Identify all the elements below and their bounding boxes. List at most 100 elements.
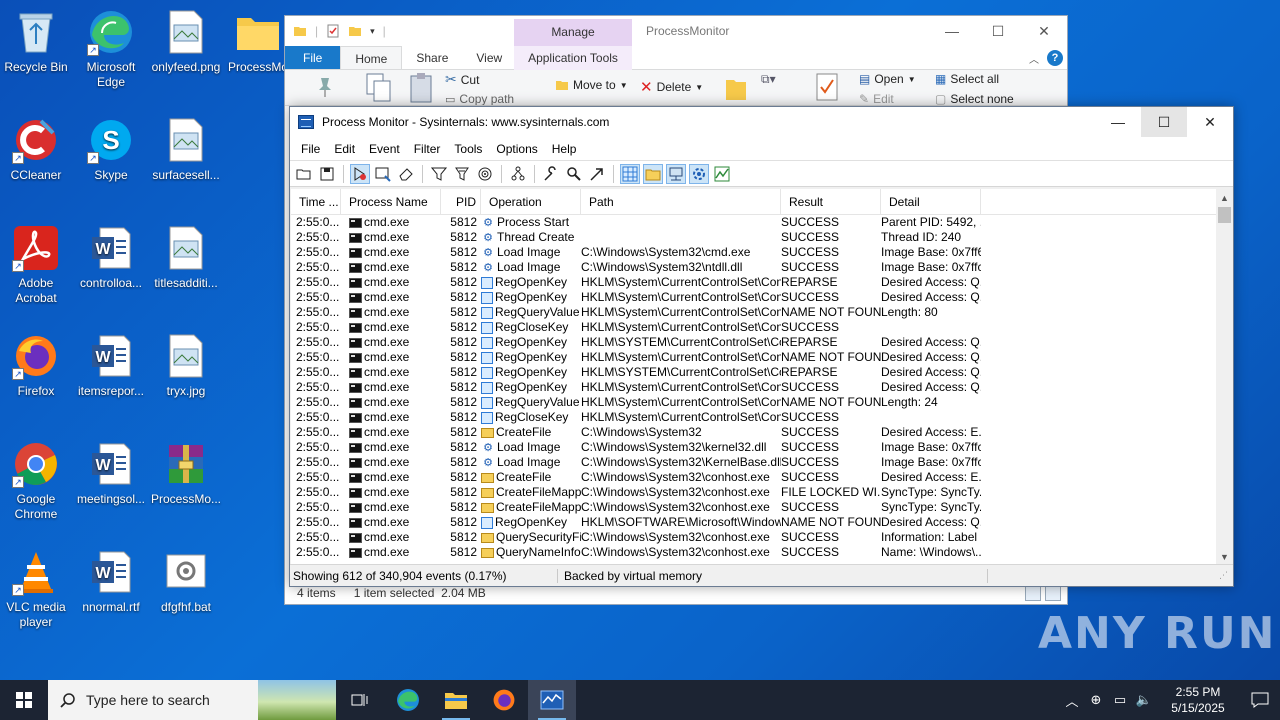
- properties-icon[interactable]: [326, 24, 340, 38]
- resize-grip-icon[interactable]: ⋰: [1219, 570, 1233, 581]
- event-row[interactable]: 2:55:0... cmd.exe 5812 RegOpenKey HKLM\Syste…: [291, 290, 1233, 305]
- desktop-icon-vlc[interactable]: ↗ VLC media player: [0, 548, 72, 630]
- tab-view[interactable]: View: [462, 46, 516, 69]
- menu-options[interactable]: Options: [489, 142, 544, 156]
- column-header-detail[interactable]: Detail: [881, 189, 981, 215]
- select-none-button[interactable]: ▢ Select none: [935, 92, 1014, 105]
- event-row[interactable]: 2:55:0... cmd.exe 5812 RegCloseKey HKLM\Syst…: [291, 320, 1233, 335]
- scroll-up-icon[interactable]: ▲: [1216, 189, 1233, 206]
- properties-button[interactable]: [815, 72, 839, 102]
- jump-to-icon[interactable]: [587, 164, 607, 184]
- desktop-icon-word-doc[interactable]: W nnormal.rtf: [75, 548, 147, 615]
- event-row[interactable]: 2:55:0... cmd.exe 5812 ⚙ Load Image C:\Window…: [291, 260, 1233, 275]
- maximize-icon[interactable]: ☐: [975, 16, 1021, 46]
- tab-share[interactable]: Share: [402, 46, 462, 69]
- desktop-icon-word-doc[interactable]: W meetingsol...: [75, 440, 147, 507]
- menu-event[interactable]: Event: [362, 142, 407, 156]
- procmon-title-bar[interactable]: Process Monitor - Sysinternals: www.sysi…: [290, 107, 1233, 137]
- desktop-icon-archive[interactable]: ProcessMo...: [150, 440, 222, 507]
- cut-button[interactable]: ✂ Cut: [445, 71, 479, 88]
- target-icon[interactable]: [475, 164, 495, 184]
- start-button[interactable]: [0, 680, 48, 720]
- menu-filter[interactable]: Filter: [407, 142, 448, 156]
- event-row[interactable]: 2:55:0... cmd.exe 5812 RegOpenKey HKLM\Syste…: [291, 380, 1233, 395]
- desktop-icon-word-doc[interactable]: W itemsrepor...: [75, 332, 147, 399]
- edit-button[interactable]: ✎ Edit: [859, 92, 894, 105]
- event-row[interactable]: 2:55:0... cmd.exe 5812 ⚙ Thread Create SUCCES…: [291, 230, 1233, 245]
- tab-home[interactable]: Home: [340, 46, 403, 69]
- scroll-down-icon[interactable]: ▼: [1216, 548, 1233, 565]
- desktop-icon-batch-file[interactable]: dfgfhf.bat: [150, 548, 222, 615]
- taskbar-firefox[interactable]: [480, 680, 528, 720]
- desktop-icon-word-doc[interactable]: W controlloa...: [75, 224, 147, 291]
- desktop-icon-firefox[interactable]: ↗ Firefox: [0, 332, 72, 399]
- help-icon[interactable]: ?: [1047, 50, 1063, 66]
- column-header-path[interactable]: Path: [581, 189, 781, 215]
- open-button[interactable]: ▤ Open ▼: [859, 72, 916, 86]
- select-all-button[interactable]: ▦ Select all: [935, 72, 999, 86]
- paste-button[interactable]: [409, 72, 435, 104]
- desktop-icon-microsoft-edge[interactable]: ↗ Microsoft Edge: [75, 8, 147, 90]
- column-header-pid[interactable]: PID: [441, 189, 481, 215]
- event-row[interactable]: 2:55:0... cmd.exe 5812 CreateFile C:\Windows…: [291, 425, 1233, 440]
- event-row[interactable]: 2:55:0... cmd.exe 5812 RegOpenKey HKLM\SYSTE…: [291, 365, 1233, 380]
- show-filesystem-icon[interactable]: [643, 163, 663, 184]
- event-row[interactable]: 2:55:0... cmd.exe 5812 QueryNameInfo...C:\W…: [291, 545, 1233, 560]
- clock[interactable]: 2:55 PM 5/15/2025: [1156, 684, 1240, 716]
- taskbar-file-explorer[interactable]: [432, 680, 480, 720]
- new-folder-icon[interactable]: [348, 24, 362, 38]
- process-monitor-window[interactable]: Process Monitor - Sysinternals: www.sysi…: [289, 106, 1234, 587]
- desktop-icon-image-file[interactable]: tryx.jpg: [150, 332, 222, 399]
- copy-path-button[interactable]: ▭ Copy path: [445, 92, 514, 105]
- open-icon[interactable]: [294, 164, 314, 184]
- explorer-title-bar[interactable]: | ▾ | Manage ProcessMonitor — ☐ ✕: [285, 16, 1067, 46]
- large-icons-view-icon[interactable]: [1045, 585, 1061, 601]
- collapse-ribbon-icon[interactable]: ︿: [1029, 51, 1039, 66]
- taskbar-process-monitor[interactable]: [528, 680, 576, 720]
- event-row[interactable]: 2:55:0... cmd.exe 5812 RegOpenKey HKLM\SOFTW…: [291, 515, 1233, 530]
- event-row[interactable]: 2:55:0... cmd.exe 5812 CreateFileMapp...C:\…: [291, 500, 1233, 515]
- desktop-icon-image-file[interactable]: surfacesell...: [150, 116, 222, 183]
- column-header-operation[interactable]: Operation: [481, 189, 581, 215]
- event-row[interactable]: 2:55:0... cmd.exe 5812 RegOpenKey HKLM\Syste…: [291, 350, 1233, 365]
- event-row[interactable]: 2:55:0... cmd.exe 5812 RegQueryValue HKLM\Sy…: [291, 305, 1233, 320]
- event-row[interactable]: 2:55:0... cmd.exe 5812 QuerySecurityFileC:\…: [291, 530, 1233, 545]
- event-row[interactable]: 2:55:0... cmd.exe 5812 CreateFileMapp...C:\…: [291, 485, 1233, 500]
- show-hidden-icons-chevron-icon[interactable]: ︿: [1060, 691, 1084, 710]
- event-grid[interactable]: Time ... Process Name PID Operation Path…: [291, 189, 1233, 565]
- event-row[interactable]: 2:55:0... cmd.exe 5812 ⚙ Load Image C:\Window…: [291, 440, 1233, 455]
- minimize-icon[interactable]: —: [1095, 107, 1141, 137]
- taskbar-edge[interactable]: [384, 680, 432, 720]
- show-registry-icon[interactable]: [620, 163, 640, 184]
- event-row[interactable]: 2:55:0... cmd.exe 5812 RegOpenKey HKLM\SYSTE…: [291, 335, 1233, 350]
- menu-edit[interactable]: Edit: [327, 142, 362, 156]
- column-header-process-name[interactable]: Process Name: [341, 189, 441, 215]
- event-row[interactable]: 2:55:0... cmd.exe 5812 RegCloseKey HKLM\Syst…: [291, 410, 1233, 425]
- event-row[interactable]: 2:55:0... cmd.exe 5812 ⚙ Process Start SUCCES…: [291, 215, 1233, 230]
- filter-icon[interactable]: [429, 164, 449, 184]
- event-row[interactable]: 2:55:0... cmd.exe 5812 CreateFile C:\Windows…: [291, 470, 1233, 485]
- autoscroll-icon[interactable]: [373, 164, 393, 184]
- desktop-icon-google-chrome[interactable]: ↗ Google Chrome: [0, 440, 72, 522]
- network-icon[interactable]: ▭: [1108, 692, 1132, 708]
- new-item-button[interactable]: ⧉▾: [761, 72, 776, 87]
- event-row[interactable]: 2:55:0... cmd.exe 5812 ⚙ Load Image C:\Window…: [291, 245, 1233, 260]
- tab-file[interactable]: File: [285, 46, 341, 69]
- move-to-button[interactable]: Move to ▼: [555, 78, 628, 92]
- minimize-icon[interactable]: —: [929, 16, 975, 46]
- event-row[interactable]: 2:55:0... cmd.exe 5812 RegOpenKey HKLM\Syste…: [291, 275, 1233, 290]
- show-profiling-icon[interactable]: [712, 164, 732, 184]
- column-header-time[interactable]: Time ...: [291, 189, 341, 215]
- menu-tools[interactable]: Tools: [447, 142, 489, 156]
- task-view-button[interactable]: [336, 680, 384, 720]
- process-tree-icon[interactable]: [508, 164, 528, 184]
- taskbar-search-box[interactable]: Type here to search: [48, 680, 336, 720]
- copy-button[interactable]: [365, 72, 393, 104]
- capture-icon[interactable]: [350, 163, 370, 184]
- customize-qat-icon[interactable]: ▾: [370, 26, 375, 37]
- highlight-icon[interactable]: [452, 164, 472, 184]
- tab-application-tools[interactable]: Application Tools: [514, 46, 632, 70]
- desktop-icon-ccleaner[interactable]: ↗ CCleaner: [0, 116, 72, 183]
- details-view-icon[interactable]: [1025, 585, 1041, 601]
- desktop-icon-image-file[interactable]: onlyfeed.png: [150, 8, 222, 75]
